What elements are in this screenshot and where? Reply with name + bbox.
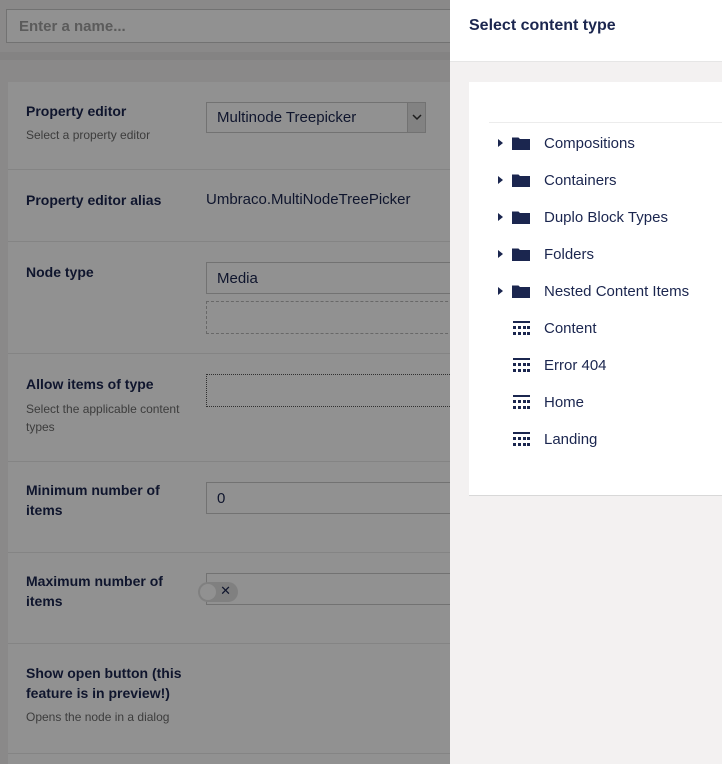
tree-item-duplo-block-types[interactable]: Duplo Block Types [469, 202, 722, 232]
tree-item-label: Compositions [544, 134, 635, 152]
tree-item-nested-content-items[interactable]: Nested Content Items [469, 276, 722, 306]
caret-right-icon[interactable] [498, 250, 503, 258]
tree-item-label: Content [544, 319, 597, 337]
caret-right-icon[interactable] [498, 139, 503, 147]
select-content-type-dialog: Select content type Compositions Contain… [450, 0, 722, 764]
tree-item-label: Home [544, 393, 585, 411]
tree-item-label: Landing [544, 430, 598, 448]
caret-right-icon[interactable] [498, 287, 503, 295]
folder-icon [512, 248, 530, 261]
dialog-title: Select content type [469, 17, 616, 34]
tree-item-home[interactable]: Home [469, 387, 722, 417]
dialog-header: Select content type [450, 0, 722, 62]
tree-item-containers[interactable]: Containers [469, 165, 722, 195]
folder-icon [512, 137, 530, 150]
folder-icon [512, 285, 530, 298]
tree-item-folders[interactable]: Folders [469, 239, 722, 269]
tree-divider [489, 122, 722, 123]
tree-item-label: Nested Content Items [544, 282, 690, 300]
folder-icon [512, 211, 530, 224]
modal-overlay[interactable] [0, 0, 450, 764]
document-type-icon [513, 432, 530, 446]
content-type-tree: Compositions Containers Duplo Block Type… [469, 82, 722, 496]
caret-right-icon[interactable] [498, 213, 503, 221]
tree-item-content[interactable]: Content [469, 313, 722, 343]
tree-item-label: Containers [544, 171, 617, 189]
document-type-icon [513, 395, 530, 409]
tree-item-label: Error 404 [544, 356, 607, 374]
tree-item-label: Folders [544, 245, 595, 263]
tree-item-compositions[interactable]: Compositions [469, 128, 722, 158]
caret-right-icon[interactable] [498, 176, 503, 184]
tree-item-landing[interactable]: Landing [469, 424, 722, 454]
document-type-icon [513, 358, 530, 372]
tree-item-label: Duplo Block Types [544, 208, 668, 226]
folder-icon [512, 174, 530, 187]
tree-item-error-404[interactable]: Error 404 [469, 350, 722, 380]
document-type-icon [513, 321, 530, 335]
